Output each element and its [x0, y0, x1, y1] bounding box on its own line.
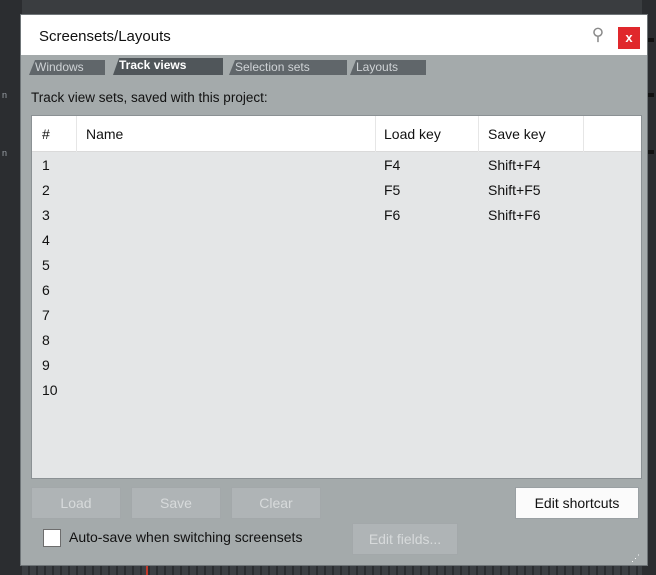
- table-row[interactable]: 6: [32, 279, 641, 304]
- table-row[interactable]: 10: [32, 379, 641, 404]
- clear-button[interactable]: Clear: [231, 487, 321, 519]
- track-view-list[interactable]: # Name Load key Save key 1 F4 Shift+F4 2…: [31, 115, 642, 479]
- row-number: 3: [42, 207, 50, 223]
- background-marker: n: [2, 148, 8, 158]
- table-row[interactable]: 3 F6 Shift+F6: [32, 204, 641, 229]
- tab-strip: Windows Track views Selection sets Layou…: [21, 55, 647, 75]
- edit-fields-button[interactable]: Edit fields...: [352, 523, 458, 555]
- row-load-key: F5: [384, 182, 401, 198]
- table-row[interactable]: 1 F4 Shift+F4: [32, 154, 641, 179]
- row-number: 9: [42, 357, 50, 373]
- table-row[interactable]: 7: [32, 304, 641, 329]
- row-number: 5: [42, 257, 50, 273]
- row-number: 10: [42, 382, 58, 398]
- list-header: # Name Load key Save key: [32, 116, 641, 152]
- row-save-key: Shift+F5: [488, 182, 541, 198]
- title-bar[interactable]: Screensets/Layouts ⚲ x: [21, 15, 647, 55]
- background-track-panel: n n: [0, 0, 22, 575]
- autosave-label[interactable]: Auto-save when switching screensets: [69, 529, 302, 545]
- row-save-key: Shift+F6: [488, 207, 541, 223]
- row-load-key: F4: [384, 157, 401, 173]
- column-separator: [76, 116, 77, 152]
- column-header-number[interactable]: #: [42, 126, 50, 142]
- column-separator: [375, 116, 376, 152]
- autosave-checkbox[interactable]: [43, 529, 61, 547]
- column-separator: [478, 116, 479, 152]
- resize-grip-icon[interactable]: ⋰: [631, 552, 643, 564]
- column-separator: [583, 116, 584, 152]
- tab-track-views[interactable]: Track views: [113, 58, 223, 75]
- pin-icon[interactable]: ⚲: [588, 24, 608, 46]
- table-row[interactable]: 4: [32, 229, 641, 254]
- column-header-load-key[interactable]: Load key: [384, 126, 441, 142]
- table-row[interactable]: 9: [32, 354, 641, 379]
- screensets-window: Screensets/Layouts ⚲ x Windows Track vie…: [20, 14, 648, 566]
- column-header-save-key[interactable]: Save key: [488, 126, 546, 142]
- tab-selection-sets[interactable]: Selection sets: [229, 60, 347, 75]
- row-number: 1: [42, 157, 50, 173]
- row-number: 2: [42, 182, 50, 198]
- list-description: Track view sets, saved with this project…: [31, 90, 268, 105]
- close-button[interactable]: x: [618, 27, 640, 49]
- row-number: 6: [42, 282, 50, 298]
- row-load-key: F6: [384, 207, 401, 223]
- row-number: 7: [42, 307, 50, 323]
- tab-layouts[interactable]: Layouts: [350, 60, 426, 75]
- table-row[interactable]: 5: [32, 254, 641, 279]
- column-header-name[interactable]: Name: [86, 126, 123, 142]
- table-row[interactable]: 2 F5 Shift+F5: [32, 179, 641, 204]
- edit-shortcuts-button[interactable]: Edit shortcuts: [515, 487, 639, 519]
- row-number: 8: [42, 332, 50, 348]
- load-button[interactable]: Load: [31, 487, 121, 519]
- row-save-key: Shift+F4: [488, 157, 541, 173]
- tab-windows[interactable]: Windows: [29, 60, 105, 75]
- window-title: Screensets/Layouts: [39, 28, 171, 45]
- row-number: 4: [42, 232, 50, 248]
- table-row[interactable]: 8: [32, 329, 641, 354]
- save-button[interactable]: Save: [131, 487, 221, 519]
- background-marker: n: [2, 90, 8, 100]
